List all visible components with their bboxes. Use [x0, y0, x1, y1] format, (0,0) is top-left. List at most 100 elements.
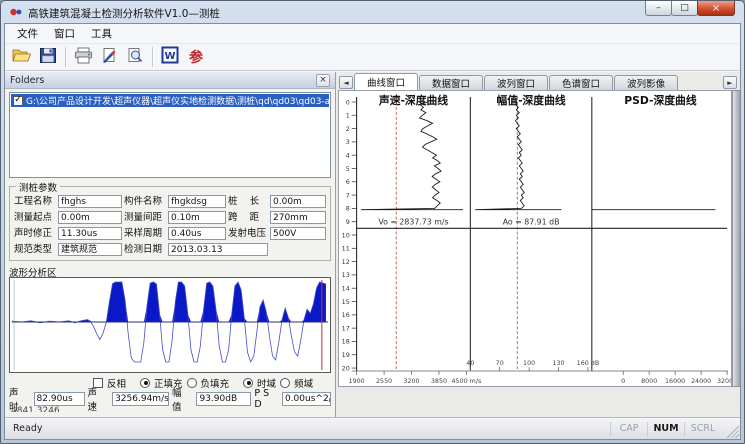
fill-positive-radio[interactable] [140, 378, 150, 388]
vertical-scrollbar[interactable] [732, 90, 741, 387]
waveform-plot[interactable] [9, 277, 331, 373]
save-button[interactable] [35, 45, 61, 69]
amplitude-field[interactable]: 93.90dB [196, 392, 251, 406]
svg-text:2550: 2550 [376, 377, 392, 385]
svg-text:13: 13 [342, 271, 350, 279]
svg-text:0: 0 [621, 377, 625, 385]
pile-length-field[interactable]: 0.00m [270, 195, 326, 208]
svg-text:0: 0 [346, 98, 350, 106]
svg-text:16000: 16000 [665, 377, 685, 385]
svg-text:3: 3 [346, 138, 350, 146]
svg-text:幅值-深度曲线: 幅值-深度曲线 [497, 93, 566, 107]
pile-params-group: 测桩参数 工程名称 fhghs 构件名称 fhgkdsg 桩 长 0.00m 测… [9, 186, 331, 261]
folders-panel: Folders × G:\公司产品设计开发\超声仪器\超声仪实地检测数据\测桩\… [5, 72, 336, 417]
param-label: 采样周期 [124, 227, 166, 240]
tab-scroll-right[interactable]: ► [723, 76, 737, 89]
standard-type-field[interactable]: 建筑规范 [58, 243, 122, 256]
folders-body: G:\公司产品设计开发\超声仪器\超声仪实地检测数据\测桩\qd\qd03\qd… [5, 89, 335, 415]
param-label: 规范类型 [14, 243, 56, 256]
scroll-indicator: SCRL [684, 422, 721, 436]
title-bar: 高铁建筑混凝土检测分析软件V1.0—测桩 [1, 1, 744, 23]
svg-text:4: 4 [346, 151, 350, 159]
psd-field[interactable]: 0.00us^2/m [282, 392, 331, 406]
caps-indicator: CAP [610, 422, 647, 436]
waveform-area-title: 波形分析区 [9, 265, 331, 277]
sound-time-field[interactable]: 82.90us [34, 392, 85, 406]
print-setup-button[interactable] [96, 45, 122, 69]
param-label: 工程名称 [14, 195, 56, 208]
open-file-button[interactable] [9, 45, 35, 69]
open-folder-icon [12, 47, 32, 68]
param-label: 桩 长 [228, 195, 268, 208]
freq-domain-radio[interactable] [280, 378, 290, 388]
svg-text:15: 15 [342, 298, 350, 306]
print-preview-button[interactable] [122, 45, 148, 69]
svg-text:4500 m/s: 4500 m/s [451, 377, 481, 385]
resize-grip[interactable] [724, 423, 739, 438]
tab-wavetrain-window[interactable]: 波列窗口 [484, 75, 548, 90]
sound-speed-field[interactable]: 3256.94m/s [112, 392, 169, 406]
svg-text:10: 10 [342, 231, 350, 239]
project-name-field[interactable]: fhghs [58, 195, 122, 208]
print-button[interactable] [70, 45, 96, 69]
pile-params-grid: 工程名称 fhghs 构件名称 fhgkdsg 桩 长 0.00m 测量起点 0… [14, 195, 326, 256]
svg-text:16: 16 [342, 311, 350, 319]
tab-spectrum-window[interactable]: 色谱窗口 [549, 75, 613, 90]
span-field[interactable]: 270mm [270, 211, 326, 224]
folders-title: Folders [10, 75, 44, 86]
svg-text:8: 8 [346, 205, 350, 213]
time-correction-field[interactable]: 11.30us [58, 227, 122, 240]
svg-text:Ao = 87.91 dB: Ao = 87.91 dB [503, 217, 560, 226]
tab-data-window[interactable]: 数据窗口 [419, 75, 483, 90]
param-label: 检测日期 [124, 243, 166, 256]
svg-text:24000: 24000 [691, 377, 711, 385]
menu-window[interactable]: 窗口 [46, 24, 83, 43]
word-export-button[interactable]: W [157, 45, 183, 69]
sample-period-field[interactable]: 0.40us [168, 227, 226, 240]
print-setup-icon [100, 47, 118, 68]
word-icon: W [161, 46, 179, 68]
svg-text:W: W [164, 51, 175, 62]
menu-bar: 文件 窗口 工具 [5, 24, 740, 44]
svg-text:2: 2 [346, 125, 350, 133]
sound-speed-label: 声 速 [88, 385, 110, 413]
tab-curve-window[interactable]: 曲线窗口 [354, 73, 418, 90]
spacing-field[interactable]: 0.10m [168, 211, 226, 224]
svg-text:100: 100 [523, 359, 535, 367]
param-label: 测量间距 [124, 211, 166, 224]
maximize-button[interactable]: □ [671, 1, 698, 16]
save-floppy-icon [39, 47, 57, 68]
voltage-field[interactable]: 500V [270, 227, 326, 240]
param-label: 发射电压 [228, 227, 268, 240]
file-list[interactable]: G:\公司产品设计开发\超声仪器\超声仪实地检测数据\测桩\qd\qd03\qd… [9, 92, 331, 178]
menu-file[interactable]: 文件 [9, 24, 46, 43]
file-list-item[interactable]: G:\公司产品设计开发\超声仪器\超声仪实地检测数据\测桩\qd\qd03\qd… [11, 94, 329, 107]
time-domain-radio[interactable] [243, 378, 253, 388]
start-point-field[interactable]: 0.00m [58, 211, 122, 224]
test-date-field[interactable]: 2013.03.13 [168, 243, 268, 256]
param-label: 跨 距 [228, 211, 268, 224]
printer-icon [74, 47, 93, 68]
wave-controls: 反相 正填充 负填充 时域 频域 [9, 376, 331, 389]
tab-bar: ◄ 曲线窗口 数据窗口 波列窗口 色谱窗口 波列影像 ► [336, 72, 740, 90]
parameters-button[interactable]: 参 [183, 45, 209, 69]
svg-text:18: 18 [342, 338, 350, 346]
fill-negative-label: 负填充 [201, 376, 230, 390]
menu-tools[interactable]: 工具 [83, 24, 120, 43]
window-controls: – □ × [646, 1, 735, 16]
param-label: 构件名称 [124, 195, 166, 208]
component-name-field[interactable]: fhgkdsg [168, 195, 226, 208]
svg-text:20: 20 [342, 364, 350, 372]
close-button[interactable]: × [697, 1, 735, 16]
tab-wavetrain-image[interactable]: 波列影像 [614, 75, 678, 90]
svg-text:14: 14 [342, 284, 350, 292]
minimize-button[interactable]: – [645, 1, 672, 16]
app-window: 高铁建筑混凝土检测分析软件V1.0—测桩 – □ × 文件 窗口 工具 [0, 0, 745, 444]
folder-item-checkbox[interactable] [13, 96, 23, 106]
fill-negative-radio[interactable] [187, 378, 197, 388]
tab-scroll-left[interactable]: ◄ [339, 76, 353, 89]
pile-params-title: 测桩参数 [16, 180, 60, 194]
svg-text:9: 9 [346, 218, 350, 226]
svg-text:32000: 32000 [717, 377, 731, 385]
folders-close-icon[interactable]: × [316, 74, 330, 87]
